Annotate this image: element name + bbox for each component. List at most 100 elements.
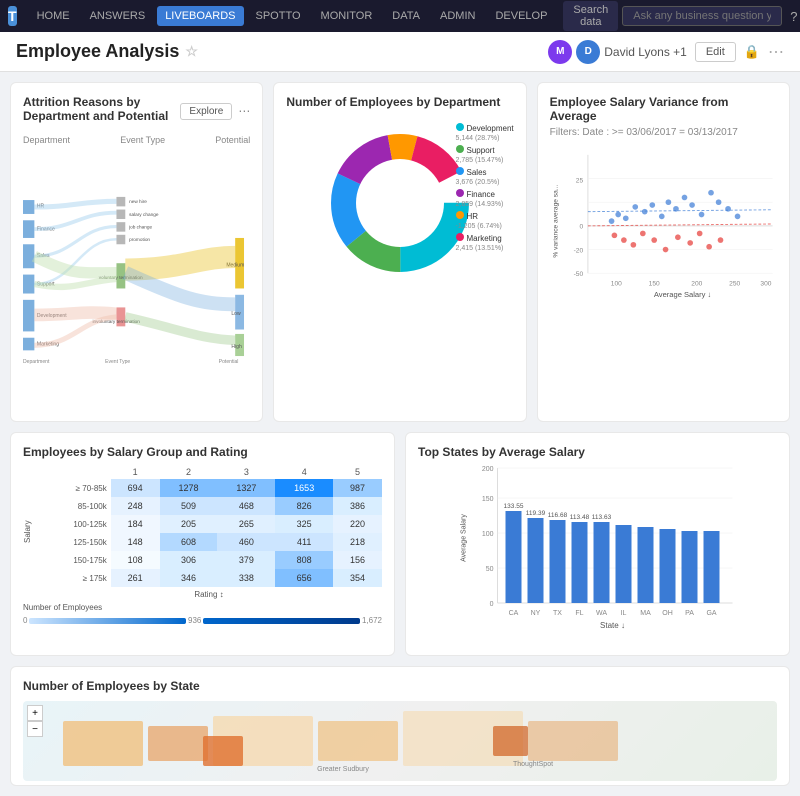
svg-text:50: 50 — [486, 566, 494, 573]
nav-monitor[interactable]: MONITOR — [313, 6, 381, 26]
svg-text:new hire: new hire — [129, 199, 147, 205]
page-header: Employee Analysis ☆ M D David Lyons +1 E… — [0, 32, 800, 72]
charts-middle-row: Employees by Salary Group and Rating Sal… — [10, 432, 790, 656]
avatar-m: M — [548, 40, 572, 64]
svg-text:300: 300 — [760, 281, 771, 288]
svg-text:OH: OH — [662, 610, 673, 617]
page-title-text: Employee Analysis — [16, 41, 179, 62]
heatmap-table: 1 2 3 4 5 ≥ 70-85k 694 1278 1327 1653 — [36, 465, 382, 587]
svg-text:FL: FL — [575, 610, 583, 617]
sankey-explore-button[interactable]: Explore — [180, 103, 232, 120]
svg-text:0: 0 — [490, 601, 494, 608]
sankey-col2: Event Type — [120, 135, 165, 145]
svg-text:113.48: 113.48 — [570, 514, 590, 521]
col-5: 5 — [333, 465, 382, 479]
logo[interactable]: T — [8, 6, 17, 26]
nav-liveboards[interactable]: LIVEBOARDS — [157, 6, 243, 26]
avatar-group: M D David Lyons +1 — [548, 40, 687, 64]
svg-text:State ↓: State ↓ — [600, 621, 625, 630]
svg-text:-20: -20 — [573, 247, 583, 254]
svg-text:CA: CA — [509, 610, 519, 617]
map-zoom-controls: + − — [27, 705, 43, 737]
sankey-header: Attrition Reasons by Department and Pote… — [23, 95, 250, 127]
sankey-visualization: HR Finance Sales Support Development Mar… — [23, 149, 250, 409]
svg-text:PA: PA — [685, 610, 694, 617]
page-title-group: Employee Analysis ☆ — [16, 41, 198, 62]
color-scale: 0 936 1,672 — [23, 616, 382, 625]
sankey-title: Attrition Reasons by Department and Pote… — [23, 95, 180, 123]
scatter-title: Employee Salary Variance from Average — [550, 95, 777, 123]
sankey-columns: Department Event Type Potential — [23, 135, 250, 145]
col-2: 2 — [160, 465, 218, 479]
user-name-label: David Lyons +1 — [604, 45, 687, 59]
top-navigation: T HOME ANSWERS LIVEBOARDS SPOTTO MONITOR… — [0, 0, 800, 32]
svg-text:150: 150 — [648, 281, 659, 288]
main-content: Attrition Reasons by Department and Pote… — [0, 72, 800, 796]
favorite-star-icon[interactable]: ☆ — [185, 43, 198, 60]
svg-text:NY: NY — [531, 610, 541, 617]
svg-text:Potential: Potential — [219, 359, 239, 365]
svg-text:200: 200 — [482, 466, 494, 473]
sankey-more-icon[interactable]: ⋯ — [238, 104, 250, 118]
svg-text:0: 0 — [579, 224, 583, 231]
heatmap-row: 100-125k 184 205 265 325 220 — [36, 515, 382, 533]
svg-text:119.39: 119.39 — [526, 510, 546, 517]
donut-title: Number of Employees by Department — [286, 95, 513, 109]
nav-admin[interactable]: ADMIN — [432, 6, 483, 26]
bar-visualization: 200 150 100 50 0 1 — [418, 463, 777, 643]
nav-answers[interactable]: ANSWERS — [82, 6, 154, 26]
svg-text:250: 250 — [729, 281, 740, 288]
edit-button[interactable]: Edit — [695, 42, 736, 62]
sankey-chart-card: Attrition Reasons by Department and Pote… — [10, 82, 263, 422]
heatmap-row: 85-100k 248 509 468 826 386 — [36, 497, 382, 515]
header-actions: M D David Lyons +1 Edit 🔒 ⋯ — [548, 40, 784, 64]
nav-right: ? M — [622, 6, 800, 26]
more-options-icon[interactable]: ⋯ — [768, 42, 784, 62]
donut-legend: Development 5,144 (28.7%) — [456, 123, 514, 142]
svg-text:MA: MA — [640, 610, 651, 617]
ask-input[interactable] — [622, 6, 782, 26]
svg-text:200: 200 — [691, 281, 702, 288]
svg-text:% variance average sa...: % variance average sa... — [552, 185, 559, 258]
nav-spotto[interactable]: SPOTTO — [248, 6, 309, 26]
search-data-button[interactable]: Search data — [563, 1, 618, 31]
avatar-d: D — [576, 40, 600, 64]
donut-chart-card: Number of Employees by Department Develo… — [273, 82, 526, 422]
svg-text:ThoughtSpot: ThoughtSpot — [513, 761, 553, 768]
heatmap-chart-card: Employees by Salary Group and Rating Sal… — [10, 432, 395, 656]
col-3: 3 — [217, 465, 275, 479]
zoom-in-button[interactable]: + — [27, 705, 43, 721]
svg-text:-50: -50 — [573, 271, 583, 278]
map-chart-card: Number of Employees by State + − Greater… — [10, 666, 790, 786]
svg-text:WA: WA — [596, 610, 607, 617]
svg-text:Average Salary: Average Salary — [461, 514, 468, 562]
col-1: 1 — [111, 465, 160, 479]
svg-text:116.68: 116.68 — [548, 512, 568, 519]
svg-text:promotion: promotion — [129, 237, 150, 243]
heatmap-row: 150-175k 108 306 379 808 156 — [36, 551, 382, 569]
zoom-out-button[interactable]: − — [27, 721, 43, 737]
nav-home[interactable]: HOME — [29, 6, 78, 26]
scatter-chart-card: Employee Salary Variance from Average Fi… — [537, 82, 790, 422]
svg-text:salary change: salary change — [129, 212, 159, 218]
svg-text:Event Type: Event Type — [105, 359, 130, 365]
svg-text:133.55: 133.55 — [504, 503, 524, 510]
scatter-subtitle: Filters: Date : >= 03/06/2017 = 03/13/20… — [550, 127, 777, 138]
lock-icon[interactable]: 🔒 — [744, 44, 760, 60]
svg-text:113.63: 113.63 — [592, 514, 612, 521]
heatmap-row: ≥ 70-85k 694 1278 1327 1653 987 — [36, 479, 382, 497]
heatmap-row: 125-150k 148 608 460 411 218 — [36, 533, 382, 551]
bar-chart-card: Top States by Average Salary 200 150 100… — [405, 432, 790, 656]
svg-text:Greater Sudbury: Greater Sudbury — [317, 766, 369, 773]
svg-text:25: 25 — [575, 177, 583, 184]
svg-text:GA: GA — [706, 610, 716, 617]
svg-text:IL: IL — [621, 610, 627, 617]
map-visualization: + − Greater Sudbury ThoughtSpot — [23, 701, 777, 781]
charts-top-row: Attrition Reasons by Department and Pote… — [10, 82, 790, 422]
help-icon[interactable]: ? — [790, 9, 797, 24]
nav-data[interactable]: DATA — [384, 6, 428, 26]
col-4: 4 — [275, 465, 333, 479]
nav-develop[interactable]: DEVELOP — [487, 6, 555, 26]
svg-text:TX: TX — [553, 610, 562, 617]
donut-visualization: Development 5,144 (28.7%) Support 2,785 … — [286, 113, 513, 293]
